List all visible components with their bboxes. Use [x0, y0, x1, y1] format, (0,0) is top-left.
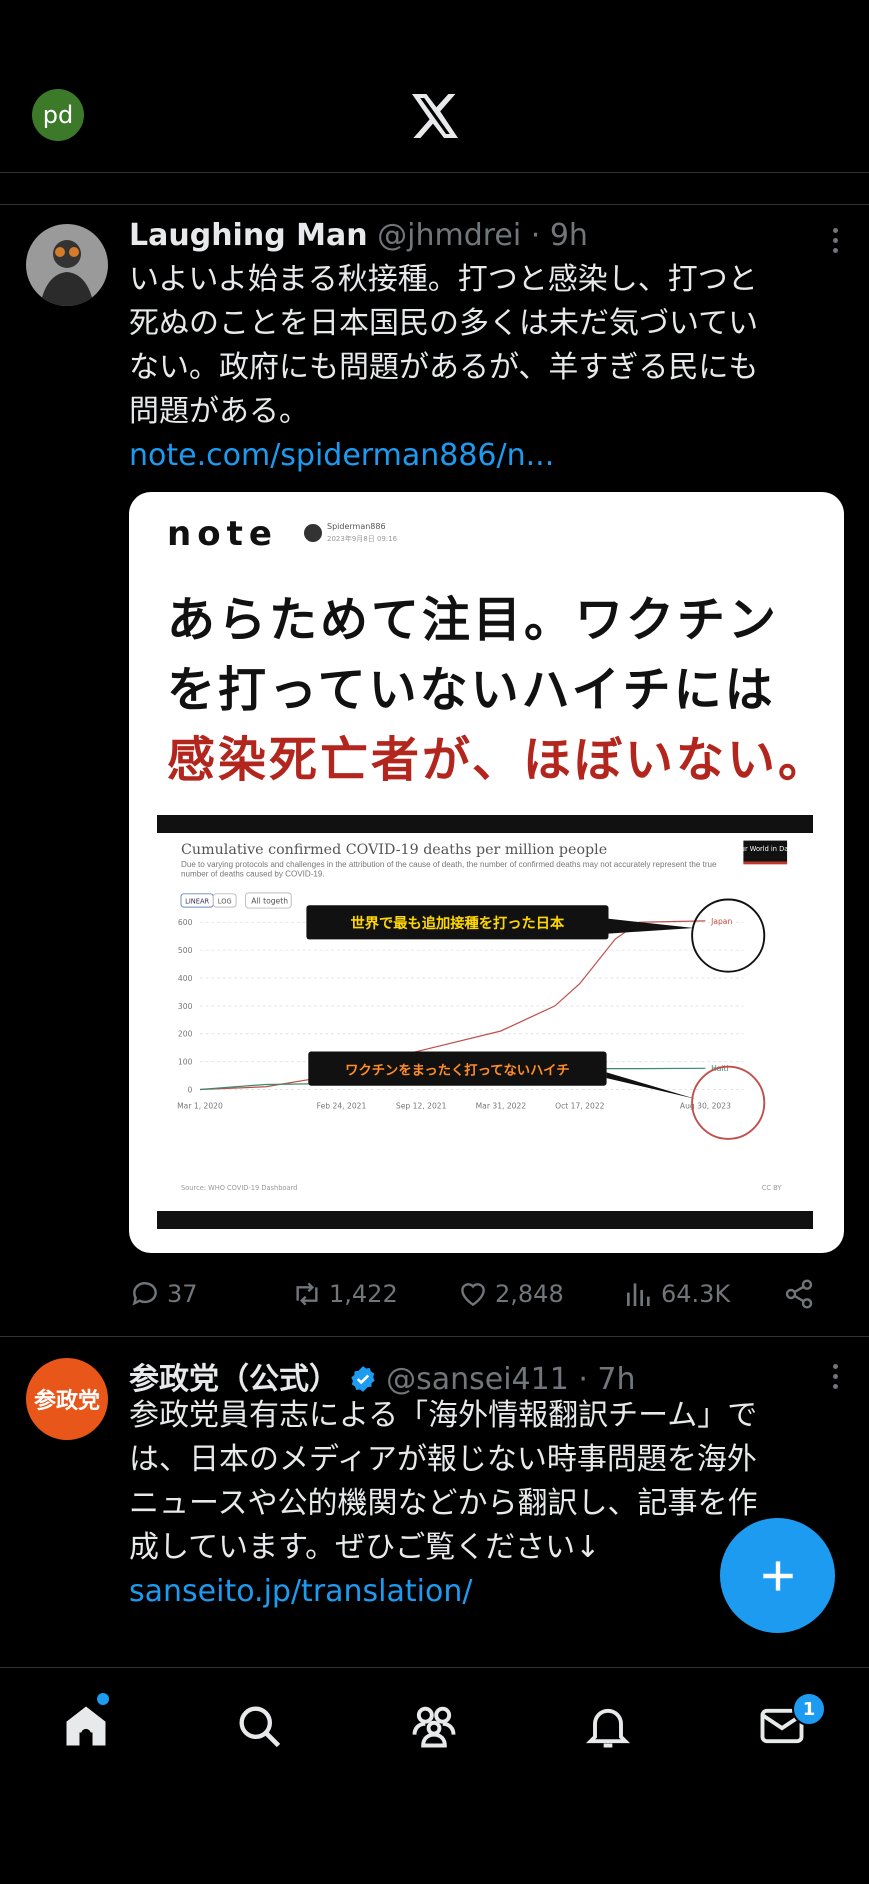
- tweet[interactable]: 参政党 参政党（公式） @sansei411 · 7h 参政党員有志による「海外…: [0, 1336, 869, 1676]
- chart-source: Source: WHO COVID-19 Dashboard: [181, 1184, 297, 1192]
- home-notification-dot: [97, 1693, 109, 1705]
- tweet-text: いよいよ始まる秋接種。打つと感染し、打つと 死ぬのことを日本国民の多くは未だ気づ…: [129, 258, 829, 434]
- callout-pointer-top: [606, 918, 694, 934]
- series-label-haiti: Haiti: [711, 1064, 729, 1073]
- tweet-text-line: 問題がある。: [129, 394, 309, 429]
- y-tick-label: 100: [178, 1057, 193, 1066]
- chart-license: CC BY: [762, 1184, 783, 1192]
- reply-count: 37: [167, 1280, 198, 1308]
- y-tick-label: 0: [188, 1085, 193, 1094]
- messages-badge: 1: [792, 1692, 826, 1726]
- owid-logo: Our World in Data: [736, 840, 795, 865]
- y-tick-label: 500: [178, 946, 193, 955]
- reply-icon: [132, 1282, 157, 1306]
- y-tick-label: 400: [178, 974, 193, 983]
- view-count: 64.3K: [661, 1280, 731, 1308]
- tweet-text-line: 死ぬのことを日本国民の多くは未だ気づいてい: [129, 306, 759, 341]
- chart-subtitle: Due to varying protocols and challenges …: [181, 859, 717, 879]
- tweet-text-line: 参政党員有志による「海外情報翻訳チーム」で: [129, 1398, 758, 1433]
- notifications-bell-icon[interactable]: [582, 1700, 634, 1752]
- callout-text-bottom: ワクチンをまったく打ってないハイチ: [345, 1061, 570, 1078]
- x-tick-label: Sep 12, 2021: [396, 1102, 447, 1111]
- japan-highlight-circle: [691, 898, 766, 973]
- scale-toggle: LINEAR LOG All togeth: [180, 892, 292, 909]
- black-bar: [157, 1211, 813, 1229]
- timestamp: · 7h: [578, 1362, 636, 1397]
- display-name[interactable]: Laughing Man: [129, 218, 368, 253]
- x-tick-label: Mar 1, 2020: [177, 1102, 223, 1111]
- verified-badge-icon: [350, 1366, 375, 1392]
- more-options-icon[interactable]: [831, 1364, 839, 1394]
- reply-button[interactable]: 37: [129, 1278, 198, 1310]
- user-handle[interactable]: @jhmdrei: [377, 218, 521, 253]
- y-tick-label: 600: [178, 918, 193, 927]
- note-author-avatar: [304, 524, 322, 542]
- x-tick-label: Oct 17, 2022: [555, 1102, 605, 1111]
- y-tick-label: 300: [178, 1002, 193, 1011]
- note-date: 2023年9月8日 09:16: [327, 535, 398, 543]
- owid-text: Our World in Data: [736, 845, 795, 853]
- top-bar: pd: [0, 0, 869, 172]
- callout-text-top: 世界で最も追加接種を打った日本: [351, 914, 566, 932]
- profile-avatar[interactable]: pd: [32, 89, 84, 141]
- tweet-link[interactable]: sanseito.jp/translation/: [129, 1574, 472, 1609]
- plus-icon: [762, 1560, 793, 1591]
- black-bar: [157, 815, 813, 833]
- repost-button[interactable]: 1,422: [291, 1278, 398, 1310]
- communities-icon[interactable]: [408, 1700, 460, 1752]
- x-tick-label: Mar 31, 2022: [476, 1102, 527, 1111]
- media-headline: あらためて注目。ワクチン: [167, 592, 780, 648]
- media-headline-red: 感染死亡者が、ほぼいない。: [167, 732, 830, 788]
- bottom-navigation: 1: [0, 1667, 869, 1884]
- y-tick-label: 200: [178, 1030, 193, 1039]
- x-logo-icon: [412, 94, 458, 138]
- heart-icon: [461, 1283, 485, 1307]
- callout-pointer-bottom: [606, 1072, 696, 1099]
- divider: [0, 172, 869, 173]
- repost-count: 1,422: [329, 1280, 398, 1308]
- tweet-text: 参政党員有志による「海外情報翻訳チーム」で は、日本のメディアが報じない時事問題…: [129, 1394, 829, 1570]
- more-options-icon[interactable]: [831, 228, 839, 258]
- user-avatar[interactable]: [26, 224, 108, 306]
- like-button[interactable]: 2,848: [457, 1278, 564, 1310]
- timestamp: · 9h: [530, 218, 588, 253]
- tweet-actions: 37 1,422 2,848 64.3K: [129, 1278, 819, 1314]
- note-logo: note: [167, 514, 278, 554]
- toggle-log: LOG: [218, 897, 232, 905]
- repost-icon: [296, 1282, 318, 1306]
- tweet-text-line: ない。政府にも問題があるが、羊すぎる民にも: [129, 350, 759, 385]
- chart-title: Cumulative confirmed COVID-19 deaths per…: [181, 842, 607, 858]
- tweet-text-line: いよいよ始まる秋接種。打つと感染し、打つと: [129, 262, 758, 297]
- x-tick-label: Feb 24, 2021: [317, 1102, 367, 1111]
- note-author: Spiderman886: [327, 522, 386, 531]
- analytics-icon: [627, 1283, 650, 1306]
- user-avatar[interactable]: 参政党: [26, 1358, 108, 1440]
- tweet-link[interactable]: note.com/spiderman886/n...: [129, 438, 554, 473]
- home-icon[interactable]: [60, 1700, 112, 1752]
- country-selector: All togeth: [251, 896, 288, 905]
- share-button[interactable]: [783, 1278, 815, 1310]
- display-name[interactable]: 参政党（公式）: [129, 1362, 339, 1397]
- series-label-japan: Japan: [710, 917, 732, 926]
- user-handle[interactable]: @sansei411: [386, 1362, 569, 1397]
- like-count: 2,848: [495, 1280, 564, 1308]
- covid-deaths-chart: Cumulative confirmed COVID-19 deaths per…: [157, 833, 813, 1213]
- tweet-text-line: は、日本のメディアが報じない時事問題を海外: [129, 1442, 757, 1477]
- views-button[interactable]: 64.3K: [623, 1278, 730, 1310]
- search-icon[interactable]: [233, 1700, 285, 1752]
- x-tick-label: Aug 30, 2023: [680, 1102, 731, 1111]
- tweet-media-image[interactable]: note Spiderman886 2023年9月8日 09:16 あらためて注…: [129, 492, 844, 1253]
- compose-button[interactable]: [720, 1518, 835, 1633]
- toggle-linear: LINEAR: [185, 897, 209, 905]
- share-icon: [785, 1279, 813, 1309]
- media-headline: を打っていないハイチには: [167, 662, 776, 718]
- tweet-text-line: ニュースや公的機関などから翻訳し、記事を作: [129, 1486, 758, 1521]
